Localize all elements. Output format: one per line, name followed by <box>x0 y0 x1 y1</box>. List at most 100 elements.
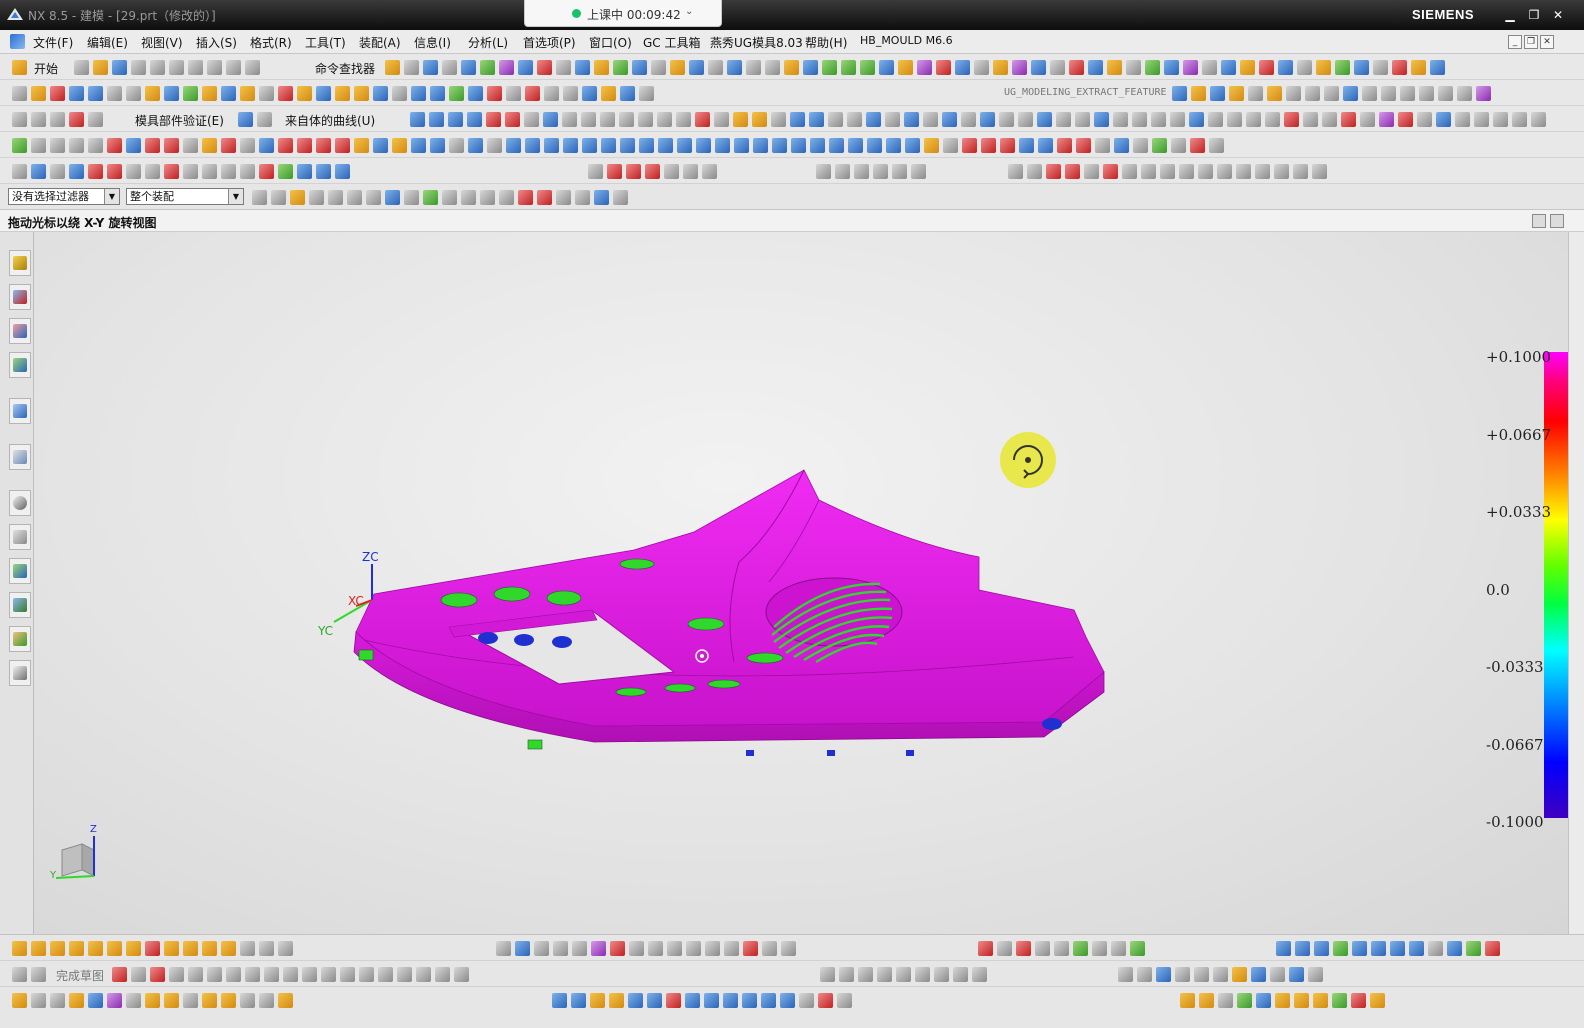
curve3-icon-12[interactable] <box>1217 163 1232 179</box>
utility-icon-50[interactable] <box>1316 59 1331 75</box>
feature2-icon-10[interactable] <box>1362 85 1377 101</box>
mould-icon-33[interactable] <box>620 137 635 153</box>
extract-feature-button[interactable]: UG_MODELING_EXTRACT_FEATURE <box>1004 87 1167 98</box>
mould-icon-48[interactable] <box>905 137 920 153</box>
curve-from-body-button[interactable]: 来自体的曲线(U) <box>285 112 375 129</box>
arc-icon[interactable] <box>581 111 596 127</box>
menu-help[interactable]: 帮助(H) <box>805 34 847 51</box>
feature-icon-18[interactable] <box>354 85 369 101</box>
mould-icon-8[interactable] <box>145 137 160 153</box>
b1b-icon-16[interactable] <box>781 940 796 956</box>
mould-icon-4[interactable] <box>69 137 84 153</box>
b3b-icon-8[interactable] <box>685 992 700 1008</box>
b1b-icon-7[interactable] <box>610 940 625 956</box>
view-icon-3[interactable] <box>50 163 65 179</box>
b1c-icon-8[interactable] <box>1111 940 1126 956</box>
utility-icon-29[interactable] <box>917 59 932 75</box>
constraint-navigator-tab[interactable] <box>9 284 31 310</box>
mould-icon-49[interactable] <box>924 137 939 153</box>
b1-icon-2[interactable] <box>31 940 46 956</box>
utility-icon-16[interactable] <box>670 59 685 75</box>
b1b-icon-11[interactable] <box>686 940 701 956</box>
curve2-icon-4[interactable] <box>645 163 660 179</box>
mould-icon-9[interactable] <box>164 137 179 153</box>
sketch-circle-icon[interactable] <box>169 966 184 982</box>
sketch-icon-12[interactable] <box>619 111 634 127</box>
delete-icon[interactable] <box>188 59 203 75</box>
sketch-icon-42[interactable] <box>1189 111 1204 127</box>
b1-icon-6[interactable] <box>107 940 122 956</box>
feature2-icon-12[interactable] <box>1400 85 1415 101</box>
b1c-icon-9[interactable] <box>1130 940 1145 956</box>
utility-icon-32[interactable] <box>974 59 989 75</box>
utility-icon-10[interactable] <box>556 59 571 75</box>
manufacturing-wizard-tab[interactable] <box>9 592 31 618</box>
sketch-icon-45[interactable] <box>1246 111 1261 127</box>
select-box-icon[interactable] <box>347 189 362 205</box>
utility-icon-12[interactable] <box>594 59 609 75</box>
menu-file[interactable]: 文件(F) <box>33 34 73 51</box>
feature-icon-7[interactable] <box>145 85 160 101</box>
utility-icon-45[interactable] <box>1221 59 1236 75</box>
surface-icon-5[interactable] <box>896 966 911 982</box>
view-icon-12[interactable] <box>221 163 236 179</box>
mould-icon-26[interactable] <box>487 137 502 153</box>
sketch-icon-44[interactable] <box>1227 111 1242 127</box>
sketch-point-icon[interactable] <box>264 966 279 982</box>
utility-icon-7[interactable] <box>499 59 514 75</box>
feature2-icon-11[interactable] <box>1381 85 1396 101</box>
b3b-icon-7[interactable] <box>666 992 681 1008</box>
sketch-icon-36[interactable] <box>1075 111 1090 127</box>
mould-icon-54[interactable] <box>1019 137 1034 153</box>
line-icon[interactable] <box>562 111 577 127</box>
surface2-icon-7[interactable] <box>1232 966 1247 982</box>
feature-icon-32[interactable] <box>620 85 635 101</box>
undo-icon[interactable] <box>207 59 222 75</box>
utility-icon-24[interactable] <box>822 59 837 75</box>
arc3-icon[interactable] <box>1065 163 1080 179</box>
chevron-down-icon[interactable]: ▼ <box>228 189 243 204</box>
b3b-icon-5[interactable] <box>628 992 643 1008</box>
b1b-icon-2[interactable] <box>515 940 530 956</box>
curve3-icon-9[interactable] <box>1160 163 1175 179</box>
view-icon-9[interactable] <box>164 163 179 179</box>
menu-tools[interactable]: 工具(T) <box>305 34 346 51</box>
menu-yanxiu-mold[interactable]: 燕秀UG模具8.03 <box>710 34 803 51</box>
feature-icon-33[interactable] <box>639 85 654 101</box>
feature-icon-20[interactable] <box>392 85 407 101</box>
utility-icon-26[interactable] <box>860 59 875 75</box>
sketch-icon-34[interactable] <box>1037 111 1052 127</box>
feature2-icon-13[interactable] <box>1419 85 1434 101</box>
system-materials-tab[interactable] <box>9 524 31 550</box>
sketch-icon-35[interactable] <box>1056 111 1071 127</box>
b1c-icon-6[interactable] <box>1073 940 1088 956</box>
graphics-window[interactable]: ZC XC YC Z Y +0.1000 +0.0667 +0.0333 0.0… <box>34 232 1568 934</box>
utility-icon-54[interactable] <box>1392 59 1407 75</box>
feature-icon-16[interactable] <box>316 85 331 101</box>
view-icon-6[interactable] <box>107 163 122 179</box>
b3-icon-1[interactable] <box>12 992 27 1008</box>
feature-icon-12[interactable] <box>240 85 255 101</box>
curve3-icon-11[interactable] <box>1198 163 1213 179</box>
feature-icon-10[interactable] <box>202 85 217 101</box>
b1b-icon-9[interactable] <box>648 940 663 956</box>
b1c-icon-2[interactable] <box>997 940 1012 956</box>
menu-assembly[interactable]: 装配(A) <box>359 34 401 51</box>
view-icon-10[interactable] <box>183 163 198 179</box>
snap-existing-point-icon[interactable] <box>556 189 571 205</box>
mould-icon-3[interactable] <box>50 137 65 153</box>
b1b-icon-8[interactable] <box>629 940 644 956</box>
b1-icon-14[interactable] <box>259 940 274 956</box>
recording-status-pill[interactable]: 上课中 00:09:42 ⌄ <box>524 0 722 27</box>
view-icon-1[interactable] <box>12 163 27 179</box>
sketch-icon-27[interactable] <box>904 111 919 127</box>
sketch-icon-25[interactable] <box>866 111 881 127</box>
feature-icon-2[interactable] <box>50 85 65 101</box>
assembly-navigator-tab[interactable] <box>9 250 31 276</box>
utility-icon-53[interactable] <box>1373 59 1388 75</box>
sketch-icon-3[interactable] <box>448 111 463 127</box>
feature-icon-25[interactable] <box>487 85 502 101</box>
utility-icon-4[interactable] <box>442 59 457 75</box>
feature2-icon-14[interactable] <box>1438 85 1453 101</box>
menu-window[interactable]: 窗口(O) <box>589 34 632 51</box>
